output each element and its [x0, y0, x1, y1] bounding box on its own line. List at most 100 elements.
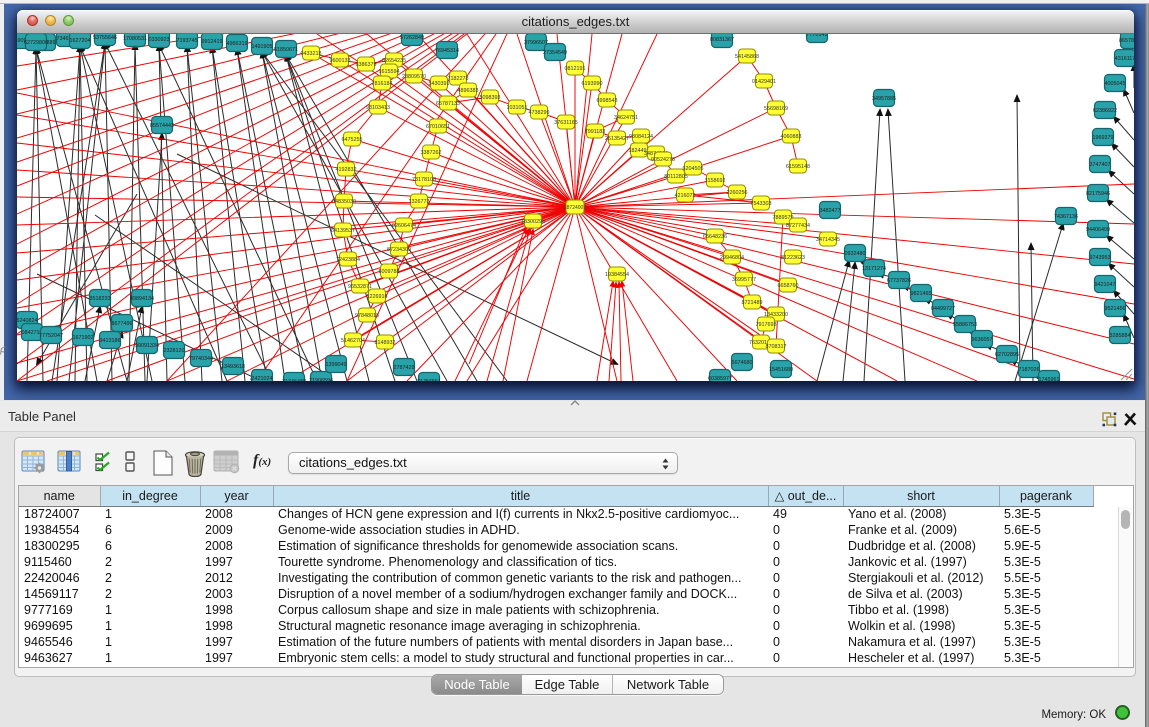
- svg-text:98084124: 98084124: [629, 134, 653, 140]
- svg-text:72423884: 72423884: [336, 257, 360, 263]
- svg-text:49894134: 49894134: [130, 296, 154, 302]
- svg-text:3285884: 3285884: [1110, 333, 1131, 339]
- svg-text:34957885: 34957885: [872, 96, 896, 102]
- svg-text:7816184: 7816184: [372, 81, 393, 87]
- svg-text:6204505: 6204505: [683, 166, 704, 172]
- svg-text:25135427: 25135427: [605, 136, 629, 142]
- svg-text:7187026: 7187026: [1019, 367, 1040, 373]
- svg-text:51462704: 51462704: [341, 338, 365, 344]
- svg-text:9743953: 9743953: [1090, 255, 1111, 261]
- svg-text:71906594: 71906594: [309, 378, 333, 381]
- svg-text:71756551: 71756551: [417, 379, 441, 381]
- svg-text:4192832: 4192832: [336, 167, 357, 173]
- svg-text:15451680: 15451680: [769, 367, 793, 373]
- svg-text:4316117: 4316117: [1115, 56, 1134, 62]
- svg-text:62702895: 62702895: [995, 352, 1019, 358]
- svg-text:87234309: 87234309: [387, 247, 411, 253]
- svg-text:00524278: 00524278: [651, 157, 675, 163]
- svg-text:2787429: 2787429: [394, 365, 415, 371]
- svg-text:71746488: 71746488: [282, 379, 306, 381]
- svg-text:79740344: 79740344: [189, 356, 213, 362]
- svg-text:37631165: 37631165: [554, 120, 578, 126]
- svg-text:67737826: 67737826: [887, 278, 911, 284]
- svg-text:1031051: 1031051: [507, 105, 528, 111]
- svg-text:4896383: 4896383: [458, 88, 479, 94]
- svg-text:54145868: 54145868: [735, 54, 759, 60]
- svg-text:01429401: 01429401: [752, 79, 776, 85]
- svg-text:0812191: 0812191: [565, 66, 586, 72]
- svg-text:8386379: 8386379: [356, 62, 377, 68]
- svg-text:8677496: 8677496: [112, 321, 133, 327]
- svg-text:3518233: 3518233: [90, 296, 111, 302]
- svg-text:1399049: 1399049: [326, 362, 347, 368]
- svg-text:9636057: 9636057: [972, 337, 993, 343]
- svg-text:13493618: 13493618: [221, 364, 245, 370]
- svg-text:2421024: 2421024: [252, 376, 273, 381]
- svg-text:1627204: 1627204: [70, 38, 91, 44]
- svg-text:8721489: 8721489: [742, 300, 763, 306]
- svg-text:76945314: 76945314: [435, 48, 459, 54]
- svg-text:1615594: 1615594: [379, 69, 400, 75]
- svg-text:3747407: 3747407: [1090, 162, 1111, 168]
- svg-text:57262849: 57262849: [400, 35, 424, 41]
- svg-text:65787133: 65787133: [436, 101, 460, 107]
- svg-text:9413186: 9413186: [100, 338, 121, 344]
- svg-text:99091334: 99091334: [135, 343, 159, 349]
- svg-text:17080531: 17080531: [123, 36, 147, 42]
- svg-text:64835030: 64835030: [332, 199, 356, 205]
- svg-text:62386922: 62386922: [1093, 108, 1117, 114]
- svg-text:04499727: 04499727: [931, 306, 955, 312]
- svg-text:74367136: 74367136: [1054, 214, 1078, 220]
- svg-text:6998543: 6998543: [597, 98, 618, 104]
- svg-text:9421047: 9421047: [1095, 282, 1116, 288]
- svg-text:86578091: 86578091: [1119, 38, 1134, 44]
- svg-text:36995777: 36995777: [732, 277, 756, 283]
- svg-text:18724007: 18724007: [564, 205, 586, 211]
- svg-text:3482477: 3482477: [820, 208, 841, 214]
- svg-text:8148932: 8148932: [375, 340, 396, 346]
- svg-text:64139537: 64139537: [331, 228, 355, 234]
- svg-text:2260256: 2260256: [727, 190, 748, 196]
- svg-text:53755646: 53755646: [93, 35, 117, 41]
- svg-text:4005045: 4005045: [1105, 81, 1126, 87]
- svg-text:18300295: 18300295: [521, 219, 545, 225]
- svg-text:73178108: 73178108: [412, 177, 436, 183]
- svg-text:37996507: 37996507: [524, 40, 548, 46]
- svg-text:5098393: 5098393: [480, 95, 501, 101]
- svg-text:4216073: 4216073: [675, 193, 696, 199]
- svg-text:4060883: 4060883: [781, 134, 802, 140]
- svg-text:87277434: 87277434: [786, 223, 810, 229]
- svg-text:67010651: 67010651: [426, 124, 450, 130]
- svg-text:94406409: 94406409: [1086, 227, 1110, 233]
- svg-text:0330923: 0330923: [149, 37, 170, 43]
- svg-text:9521456: 9521456: [1105, 306, 1126, 312]
- svg-text:3158692: 3158692: [705, 178, 726, 184]
- svg-text:9600133: 9600133: [330, 58, 351, 64]
- svg-text:65648236: 65648236: [703, 234, 727, 240]
- svg-text:29946804: 29946804: [720, 255, 744, 261]
- svg-text:8708317: 8708317: [766, 344, 787, 350]
- svg-text:1326773: 1326773: [409, 199, 430, 205]
- svg-text:81223623: 81223623: [781, 255, 805, 261]
- svg-text:82175946: 82175946: [1086, 191, 1110, 197]
- svg-text:6658760: 6658760: [778, 283, 799, 289]
- svg-text:19384554: 19384554: [605, 272, 629, 278]
- svg-text:34714345: 34714345: [816, 237, 840, 243]
- svg-text:7917693: 7917693: [756, 322, 777, 328]
- svg-text:55886753: 55886753: [953, 322, 977, 328]
- svg-text:62729806: 62729806: [24, 40, 48, 46]
- svg-text:3387262: 3387262: [421, 150, 442, 156]
- svg-text:0433218: 0433218: [301, 51, 322, 57]
- svg-text:55698169: 55698169: [764, 106, 788, 112]
- svg-text:51850671: 51850671: [274, 47, 298, 53]
- svg-text:60385977: 60385977: [708, 376, 732, 381]
- svg-text:80831367: 80831367: [710, 37, 734, 43]
- svg-text:2328120: 2328120: [164, 348, 185, 354]
- svg-text:97848018: 97848018: [355, 313, 379, 319]
- svg-text:27354549: 27354549: [543, 50, 567, 56]
- svg-text:6475255: 6475255: [342, 137, 363, 143]
- svg-text:1491905: 1491905: [252, 44, 273, 50]
- svg-text:5674680: 5674680: [732, 360, 753, 366]
- svg-text:7770143: 7770143: [807, 34, 828, 38]
- svg-text:1745961: 1745961: [1039, 377, 1060, 381]
